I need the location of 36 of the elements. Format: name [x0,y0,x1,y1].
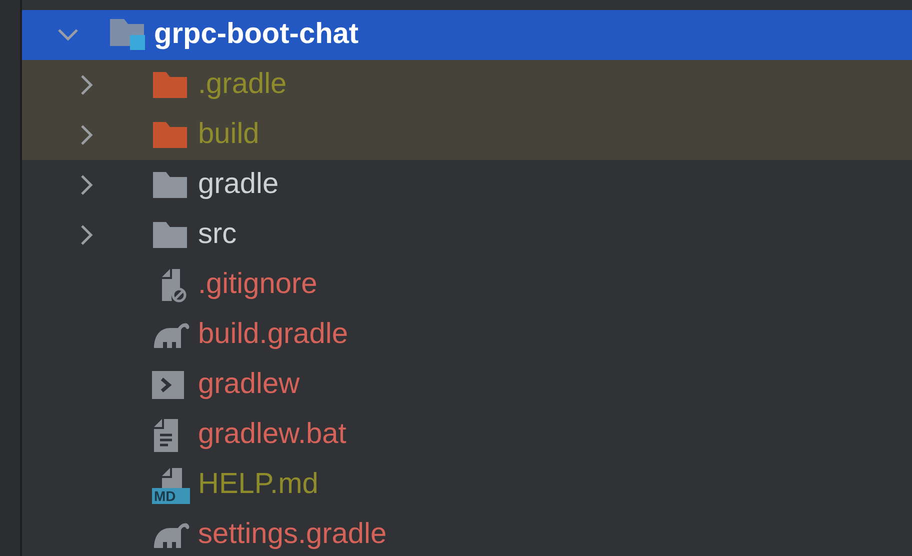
tree-row[interactable]: settings.gradle [22,510,912,556]
file-name: build.gradle [198,317,348,352]
folder-icon [152,120,188,150]
folder-icon [152,220,188,250]
tree-row[interactable]: build.gradle [22,310,912,360]
file-name: gradlew.bat [198,417,346,452]
file-name: build [198,117,260,152]
tree-row[interactable]: MD HELP.md [22,460,912,510]
tree-row[interactable]: .gradle [22,60,912,110]
tree-row[interactable]: grpc-boot-chat [22,10,912,60]
chevron-right-icon[interactable] [80,174,94,196]
text-file-icon [152,417,180,453]
terminal-icon [152,371,184,399]
module-folder-icon [108,17,148,53]
tree-row[interactable]: build [22,110,912,160]
chevron-right-icon[interactable] [80,224,94,246]
chevron-down-icon[interactable] [57,28,79,42]
folder-icon [152,70,188,100]
folder-icon [152,170,188,200]
chevron-right-icon[interactable] [80,74,94,96]
tree-row[interactable]: src [22,210,912,260]
file-name: .gradle [198,67,287,102]
file-name: .gitignore [198,267,318,302]
elephant-icon [152,320,190,350]
file-name: grpc-boot-chat [154,17,359,52]
tree-row[interactable]: gradlew [22,360,912,410]
chevron-right-icon[interactable] [80,124,94,146]
file-name: HELP.md [198,467,318,502]
file-name: src [198,217,237,252]
file-name: gradle [198,167,279,202]
file-name: gradlew [198,367,300,402]
elephant-icon [152,520,190,550]
tree-row[interactable]: gradle [22,160,912,210]
tree-row[interactable]: .gitignore [22,260,912,310]
tree-row[interactable]: gradlew.bat [22,410,912,460]
file-name: settings.gradle [198,517,387,552]
